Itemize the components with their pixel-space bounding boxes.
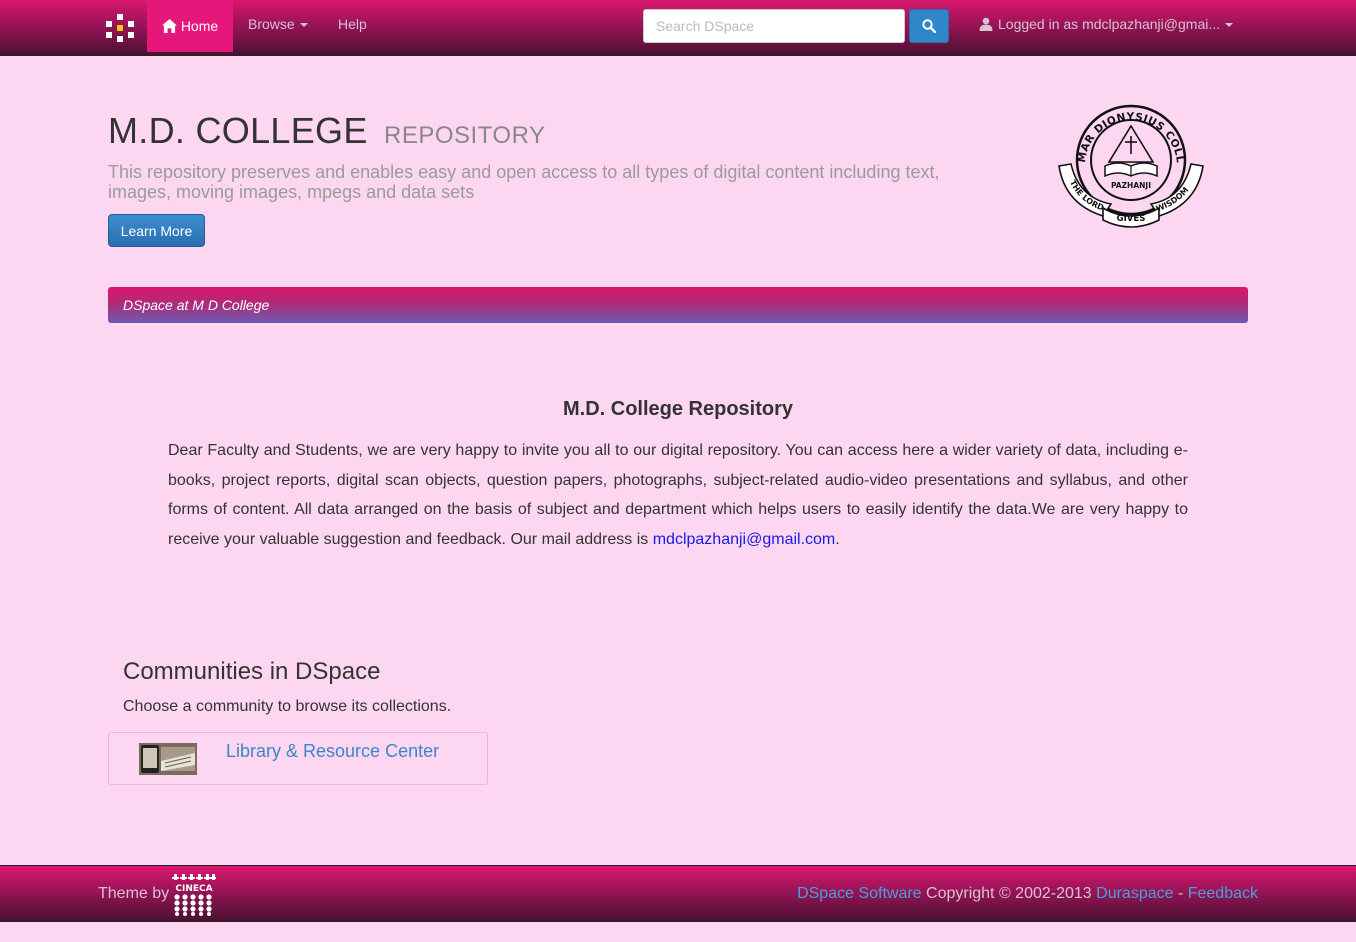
dspace-software-link[interactable]: DSpace Software (797, 885, 922, 902)
page-title-main: M.D. COLLEGE (108, 110, 368, 151)
seal-ring-text: MAR DIONYSIUS COLLEGE (1055, 104, 1185, 164)
breadcrumb-home-link[interactable]: DSpace at M D College (123, 297, 269, 313)
search-input[interactable] (643, 9, 905, 43)
copyright-text: Copyright © 2002-2013 (921, 885, 1097, 902)
user-menu-dropdown[interactable]: Logged in as mdclpazhanji@gmai... (979, 16, 1234, 32)
footer-copyright: DSpace Software Copyright © 2002-2013 Du… (797, 885, 1258, 903)
top-navbar: Home Browse Help Logged in as mdclpazhan… (0, 0, 1356, 56)
college-seal-logo: MAR DIONYSIUS COLLEGE PAZHANJI THE LORD … (1055, 104, 1204, 228)
page-title-sub: REPOSITORY (383, 122, 546, 149)
chevron-down-icon (299, 23, 308, 27)
intro-paragraph: Dear Faculty and Students, we are very h… (168, 436, 1188, 554)
dspace-brand-icon[interactable] (106, 14, 134, 42)
nav-browse-dropdown[interactable]: Browse (248, 16, 308, 32)
page-footer: Theme by CINECA DSpace Software Copyrigh… (0, 865, 1356, 922)
breadcrumb: DSpace at M D College (108, 287, 1248, 323)
cineca-logo[interactable]: CINECA (172, 872, 216, 916)
duraspace-link[interactable]: Duraspace (1096, 885, 1173, 902)
contact-email-link[interactable]: mdclpazhanji@gmail.com (653, 531, 836, 548)
nav-home-link[interactable]: Home (147, 0, 233, 52)
seal-ribbon-mid: GIVES (1117, 214, 1146, 224)
community-list-item[interactable]: Library & Resource Center (108, 732, 488, 785)
nav-browse-label: Browse (248, 16, 295, 32)
intro-trailing: . (835, 530, 840, 548)
search-button[interactable] (909, 9, 949, 43)
learn-more-button[interactable]: Learn More (108, 214, 205, 247)
footer-separator: - (1173, 885, 1188, 902)
cineca-logo-text: CINECA (175, 884, 212, 894)
repository-description: This repository preserves and enables ea… (108, 162, 940, 202)
intro-heading: M.D. College Repository (562, 398, 794, 420)
user-menu-label: Logged in as mdclpazhanji@gmai... (998, 16, 1221, 32)
seal-center-text: PAZHANJI (1111, 181, 1151, 190)
home-icon (161, 19, 177, 33)
user-icon (979, 17, 993, 31)
communities-subtitle: Choose a community to browse its collect… (123, 698, 452, 715)
feedback-link[interactable]: Feedback (1188, 885, 1258, 902)
search-icon (922, 19, 936, 33)
communities-heading: Communities in DSpace (123, 658, 381, 685)
nav-help-link[interactable]: Help (338, 16, 367, 32)
nav-home-label: Home (180, 18, 219, 34)
community-thumbnail (139, 743, 197, 775)
community-link[interactable]: Library & Resource Center (226, 741, 439, 762)
chevron-down-icon (1225, 23, 1234, 27)
theme-by-label: Theme by (98, 885, 170, 902)
svg-text:MAR DIONYSIUS COLLEGE: MAR DIONYSIUS COLLEGE (1055, 104, 1186, 164)
page-title: M.D. COLLEGE REPOSITORY (108, 110, 545, 152)
nav-help-label: Help (338, 16, 367, 32)
